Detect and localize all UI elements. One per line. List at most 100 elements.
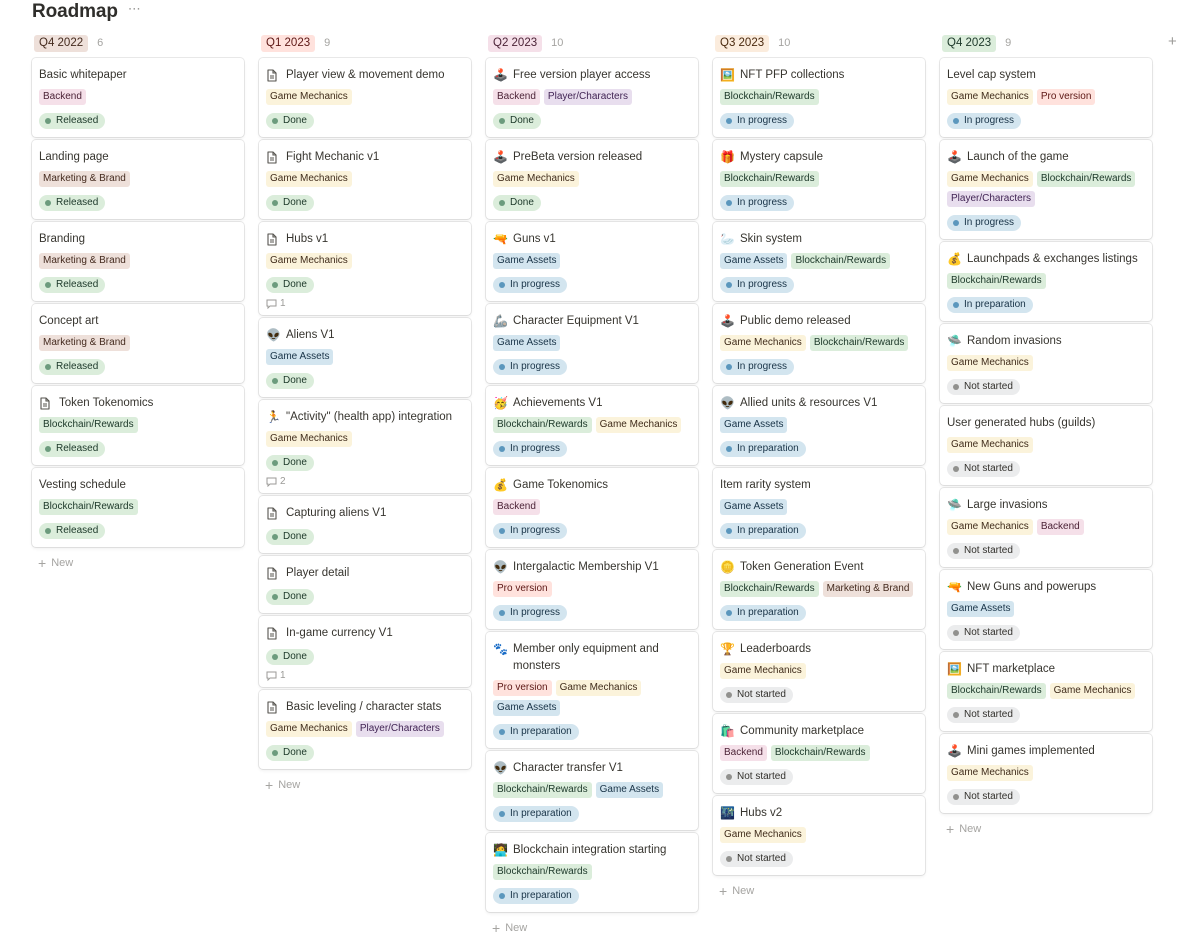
status-dot-icon: [726, 610, 732, 616]
tag-list: Blockchain/Rewards: [720, 171, 917, 187]
comment-count[interactable]: 1: [266, 670, 463, 681]
status-row: Released: [39, 111, 236, 129]
status-row: Not started: [720, 767, 917, 785]
roadmap-card[interactable]: Landing page Marketing & Brand Released: [32, 140, 244, 219]
roadmap-card[interactable]: 🥳 Achievements V1 Blockchain/Rewards Game M…: [486, 386, 698, 465]
status-badge: In preparation: [493, 888, 579, 904]
card-title-row: Player detail: [266, 565, 463, 582]
roadmap-card[interactable]: Player view & movement demo Game Mechanic…: [259, 58, 471, 137]
status-row: Released: [39, 357, 236, 375]
new-card-label: New: [51, 557, 74, 569]
roadmap-card[interactable]: 💰 Launchpads & exchanges listings Blockcha…: [940, 242, 1152, 321]
tag-list: Blockchain/Rewards Game Mechanics: [493, 417, 690, 433]
roadmap-card[interactable]: 🕹️ Mini games implemented Game Mechanics No…: [940, 734, 1152, 813]
alien-icon: 👽: [493, 761, 508, 775]
roadmap-card[interactable]: 🦢 Skin system Game Assets Blockchain/Reward…: [713, 222, 925, 301]
column-header[interactable]: Q4 2023 9: [940, 33, 1152, 53]
card-title: Member only equipment and monsters: [513, 643, 659, 672]
roadmap-card[interactable]: 🛍️ Community marketplace Backend Blockchain…: [713, 714, 925, 793]
roadmap-card[interactable]: 🕹️ Launch of the game Game Mechanics Blockc…: [940, 140, 1152, 239]
roadmap-card[interactable]: 🖼️ NFT marketplace Blockchain/Rewards Game …: [940, 652, 1152, 731]
category-tag: Game Mechanics: [947, 519, 1033, 535]
framed-picture-icon: 🖼️: [720, 68, 735, 82]
column-count: 9: [324, 37, 331, 49]
comment-count[interactable]: 2: [266, 476, 463, 487]
status-dot-icon: [953, 302, 959, 308]
roadmap-card[interactable]: 🐾 Member only equipment and monsters Pro v…: [486, 632, 698, 748]
roadmap-card[interactable]: 🕹️ Public demo released Game Mechanics Bloc…: [713, 304, 925, 383]
status-badge: Not started: [720, 687, 793, 703]
status-row: Released: [39, 275, 236, 293]
roadmap-card[interactable]: 🕹️ PreBeta version released Game Mechanics…: [486, 140, 698, 219]
status-row: Done: [266, 453, 463, 471]
gift-icon: 🎁: [720, 150, 735, 164]
roadmap-card[interactable]: Token Tokenomics Blockchain/Rewards Releas…: [32, 386, 244, 465]
tag-list: Game Mechanics Player/Characters: [266, 721, 463, 737]
roadmap-card[interactable]: Fight Mechanic v1 Game Mechanics Done: [259, 140, 471, 219]
new-card-button[interactable]: + New: [713, 878, 925, 904]
status-badge: Not started: [947, 789, 1020, 805]
status-dot-icon: [272, 534, 278, 540]
tag-list: Blockchain/Rewards Game Assets: [493, 782, 690, 798]
new-card-button[interactable]: + New: [940, 816, 1152, 842]
comment-count[interactable]: 1: [266, 298, 463, 309]
status-row: Not started: [947, 541, 1144, 559]
card-title: Character Equipment V1: [513, 315, 639, 327]
roadmap-card[interactable]: 👽 Allied units & resources V1 Game Assets I…: [713, 386, 925, 465]
roadmap-card[interactable]: Item rarity system Game Assets In preparat…: [713, 468, 925, 547]
column-header[interactable]: Q1 2023 9: [259, 33, 471, 53]
roadmap-card[interactable]: Vesting schedule Blockchain/Rewards Releas…: [32, 468, 244, 547]
card-title: User generated hubs (guilds): [947, 417, 1096, 429]
roadmap-card[interactable]: 🎁 Mystery capsule Blockchain/Rewards In pro…: [713, 140, 925, 219]
roadmap-card[interactable]: 🏆 Leaderboards Game Mechanics Not started: [713, 632, 925, 711]
party-face-icon: 🥳: [493, 396, 508, 410]
status-badge: In preparation: [947, 297, 1033, 313]
add-group-button[interactable]: +: [1168, 33, 1177, 50]
roadmap-card[interactable]: 🖼️ NFT PFP collections Blockchain/Rewards I…: [713, 58, 925, 137]
column-header[interactable]: Q3 2023 10: [713, 33, 925, 53]
roadmap-card[interactable]: 👽 Aliens V1 Game Assets Done: [259, 318, 471, 397]
roadmap-card[interactable]: Level cap system Game Mechanics Pro versio…: [940, 58, 1152, 137]
roadmap-card[interactable]: 🔫 New Guns and powerups Game Assets Not sta…: [940, 570, 1152, 649]
status-row: Done: [266, 587, 463, 605]
category-tag: Blockchain/Rewards: [770, 745, 870, 761]
roadmap-card[interactable]: Concept art Marketing & Brand Released: [32, 304, 244, 383]
roadmap-card[interactable]: Player detail Done: [259, 556, 471, 613]
more-options-icon[interactable]: ⋯: [128, 1, 142, 17]
roadmap-card[interactable]: 🦾 Character Equipment V1 Game Assets In pro…: [486, 304, 698, 383]
roadmap-card[interactable]: User generated hubs (guilds) Game Mechani…: [940, 406, 1152, 485]
column-header[interactable]: Q4 2022 6: [32, 33, 244, 53]
roadmap-card[interactable]: 🪙 Token Generation Event Blockchain/Reward…: [713, 550, 925, 629]
column-count: 6: [97, 37, 104, 49]
roadmap-card[interactable]: Capturing aliens V1 Done: [259, 496, 471, 553]
category-tag: Game Mechanics: [555, 680, 642, 696]
comment-count-value: 1: [280, 670, 286, 681]
roadmap-card[interactable]: 🕹️ Free version player access Backend Playe…: [486, 58, 698, 137]
roadmap-card[interactable]: Branding Marketing & Brand Released: [32, 222, 244, 301]
roadmap-card[interactable]: 🔫 Guns v1 Game Assets In progress: [486, 222, 698, 301]
card-title-row: 💰 Launchpads & exchanges listings: [947, 251, 1144, 268]
roadmap-card[interactable]: Hubs v1 Game Mechanics Done 1: [259, 222, 471, 315]
roadmap-card[interactable]: Basic whitepaper Backend Released: [32, 58, 244, 137]
roadmap-card[interactable]: Basic leveling / character stats Game Mec…: [259, 690, 471, 769]
card-title-row: Hubs v1: [266, 231, 463, 248]
roadmap-card[interactable]: 🌃 Hubs v2 Game Mechanics Not started: [713, 796, 925, 875]
kanban-board: Q4 2022 6 Basic whitepaper Backend Release…: [32, 33, 1152, 941]
new-card-button[interactable]: + New: [32, 550, 244, 576]
roadmap-card[interactable]: 🛸 Random invasions Game Mechanics Not start…: [940, 324, 1152, 403]
roadmap-card[interactable]: In-game currency V1 Done 1: [259, 616, 471, 687]
roadmap-card[interactable]: 💰 Game Tokenomics Backend In progress: [486, 468, 698, 547]
category-tag: Game Mechanics: [266, 721, 352, 737]
column-header[interactable]: Q2 2023 10: [486, 33, 698, 53]
roadmap-card[interactable]: 🛸 Large invasions Game Mechanics Backend Not…: [940, 488, 1152, 567]
roadmap-card[interactable]: 🧑‍💻 Blockchain integration starting Blockc…: [486, 833, 698, 912]
status-row: Done: [493, 193, 690, 211]
status-label: In preparation: [737, 525, 799, 536]
new-card-button[interactable]: + New: [486, 915, 698, 941]
roadmap-card[interactable]: 🏃 "Activity" (health app) integration Game…: [259, 400, 471, 493]
category-tag: Game Assets: [720, 417, 788, 433]
roadmap-card[interactable]: 👽 Intergalactic Membership V1 Pro version I…: [486, 550, 698, 629]
roadmap-card[interactable]: 👽 Character transfer V1 Blockchain/Rewards…: [486, 751, 698, 830]
status-badge: Not started: [947, 461, 1020, 477]
new-card-button[interactable]: + New: [259, 772, 471, 798]
